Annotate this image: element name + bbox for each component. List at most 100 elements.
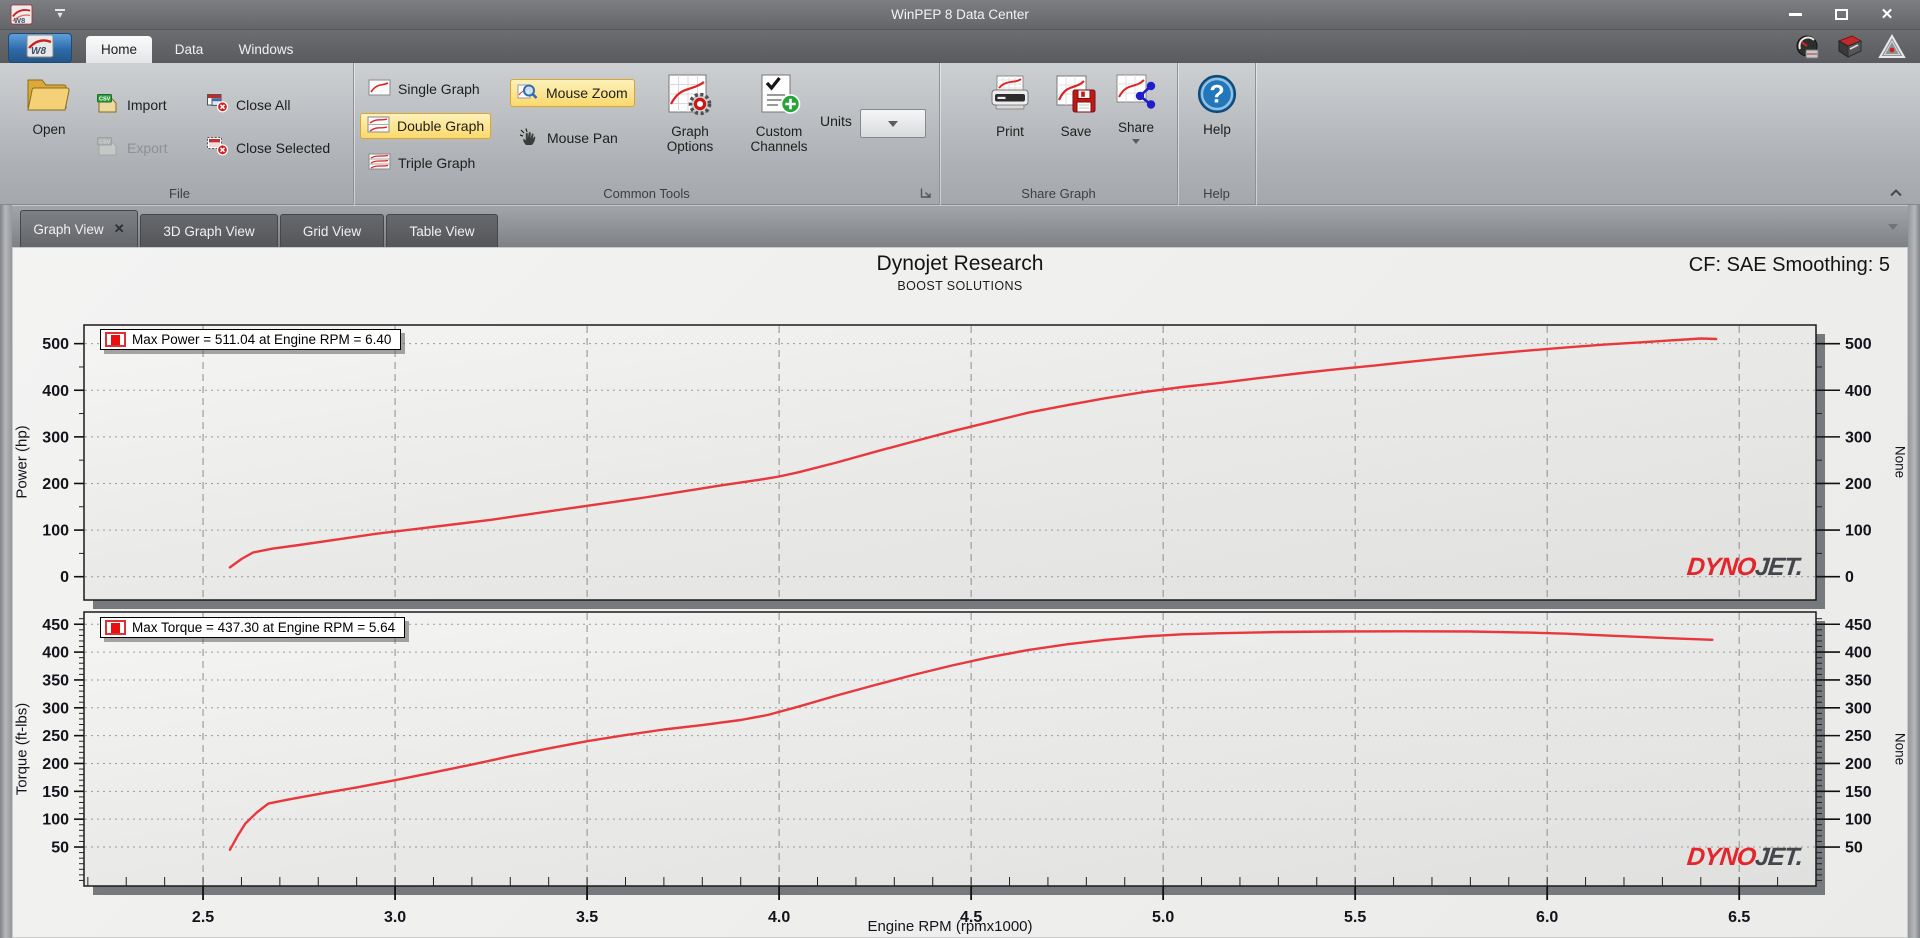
import-label: Import — [127, 96, 167, 113]
mouse-zoom-icon — [517, 82, 539, 104]
close-tab-icon[interactable]: ✕ — [114, 221, 125, 237]
y-tick-label: 150 — [42, 784, 69, 801]
power-chart-plot[interactable]: 0 0 100 100 200 200 300 300 400 400 500 500 — [0, 315, 1920, 615]
y-tick-label-right: 0 — [1845, 569, 1854, 586]
chart-subtitle: BOOST SOLUTIONS — [897, 279, 1023, 293]
warning-triangle-icon[interactable] — [1878, 33, 1906, 61]
grid-view-tab-label: Grid View — [302, 223, 362, 239]
tab-3d-graph-view[interactable]: 3D Graph View — [140, 214, 278, 247]
y-tick-label: 0 — [60, 569, 69, 586]
ribbon-group-file: Open CSV Import CSV Export Close All Clo… — [6, 63, 354, 205]
3d-graph-view-tab-label: 3D Graph View — [163, 223, 255, 239]
torque-chart-plot[interactable]: 50 50 100 100 150 150 200 200 250 250 300 300 350 350… — [0, 605, 1920, 938]
collapse-ribbon-button[interactable] — [1888, 186, 1904, 198]
ribbon-tab-data[interactable]: Data — [160, 36, 218, 63]
help-button[interactable]: ? Help — [1190, 71, 1244, 139]
y-tick-label-right: 350 — [1845, 672, 1872, 689]
common-tools-group-label: Common Tools — [603, 186, 690, 201]
torque-legend: Max Torque = 437.30 at Engine RPM = 5.64 — [100, 617, 406, 638]
export-button[interactable]: CSV Export — [90, 134, 173, 161]
svg-text:?: ? — [1209, 81, 1224, 109]
y-tick-label-right: 400 — [1845, 383, 1872, 400]
minimize-icon — [1788, 13, 1802, 16]
share-icon — [1115, 73, 1157, 116]
help-label: Help — [1203, 122, 1231, 138]
open-button[interactable]: Open — [16, 71, 82, 139]
print-button[interactable]: Print — [980, 71, 1040, 141]
units-dropdown[interactable] — [860, 109, 926, 138]
y-tick-label: 200 — [42, 476, 69, 493]
y-tick-label-right: 200 — [1845, 476, 1872, 493]
power-right-axis-title: None — [1892, 445, 1908, 479]
dyno-gauge-icon[interactable] — [1794, 33, 1822, 61]
dynojet-logo: DYNOJET. — [1685, 843, 1804, 871]
tab-grid-view[interactable]: Grid View — [280, 214, 384, 247]
torque-series-swatch-icon — [105, 620, 126, 635]
window-title: WinPEP 8 Data Center — [891, 7, 1029, 22]
tab-table-view[interactable]: Table View — [386, 214, 498, 247]
print-label: Print — [996, 124, 1024, 140]
double-graph-label: Double Graph — [397, 118, 485, 134]
share-button[interactable]: Share — [1108, 71, 1164, 146]
winpep-logo-icon: W8 — [23, 34, 57, 63]
graph-options-label: Graph Options — [666, 124, 714, 155]
y-tick-label-right: 200 — [1845, 756, 1872, 773]
custom-channels-button[interactable]: Custom Channels — [740, 71, 818, 156]
y-tick-label: 200 — [42, 756, 69, 773]
y-tick-label-right: 50 — [1845, 840, 1863, 857]
print-icon — [988, 73, 1032, 120]
application-menu-button[interactable]: W8 — [8, 33, 72, 63]
tab-overflow-dropdown-icon[interactable] — [1888, 224, 1898, 230]
y-tick-label: 50 — [51, 840, 69, 857]
share-graph-group-label: Share Graph — [1021, 186, 1096, 201]
close-button[interactable]: ✕ — [1872, 5, 1902, 24]
ribbon-tab-home[interactable]: Home — [86, 36, 152, 63]
y-tick-label: 400 — [42, 645, 69, 662]
mouse-zoom-button[interactable]: Mouse Zoom — [510, 79, 635, 107]
ribbon-tab-windows[interactable]: Windows — [226, 36, 306, 63]
power-series-swatch-icon — [105, 332, 126, 347]
triple-graph-icon — [368, 153, 391, 173]
ribbon: Open CSV Import CSV Export Close All Clo… — [0, 63, 1920, 205]
minimize-button[interactable] — [1780, 5, 1810, 24]
winpep-window: W8 ▾ WinPEP 8 Data Center ✕ W8 Home Data… — [0, 0, 1920, 938]
maximize-button[interactable] — [1826, 5, 1856, 24]
titlebar: W8 ▾ WinPEP 8 Data Center ✕ — [0, 0, 1920, 30]
ribbon-group-common-tools: Single Graph Double Graph Triple Graph M… — [354, 63, 940, 205]
mouse-pan-button[interactable]: Mouse Pan — [512, 125, 624, 151]
export-label: Export — [127, 139, 168, 156]
single-graph-button[interactable]: Single Graph — [362, 77, 486, 101]
close-all-icon — [206, 93, 229, 116]
ribbon-group-share-graph: Print Save Share Share Graph — [940, 63, 1178, 205]
import-button[interactable]: CSV Import — [90, 91, 173, 118]
mouse-pan-icon — [518, 127, 540, 149]
save-label: Save — [1060, 124, 1092, 140]
save-button[interactable]: Save — [1046, 71, 1106, 141]
close-selected-icon — [206, 136, 229, 159]
graph-options-button[interactable]: Graph Options — [654, 71, 726, 156]
y-tick-label: 500 — [42, 336, 69, 353]
power-chart: 0 0 100 100 200 200 300 300 400 400 500 500 Max Pow… — [0, 315, 1920, 615]
single-graph-label: Single Graph — [398, 81, 480, 97]
close-all-button[interactable]: Close All — [200, 91, 296, 118]
double-graph-button[interactable]: Double Graph — [360, 113, 492, 139]
mouse-zoom-label: Mouse Zoom — [546, 85, 628, 101]
maximize-icon — [1834, 9, 1848, 20]
custom-channels-label: Custom Channels — [750, 124, 808, 155]
share-label: Share — [1117, 120, 1155, 136]
double-graph-icon — [367, 116, 390, 136]
tab-graph-view[interactable]: Graph View ✕ — [20, 210, 138, 247]
import-csv-icon: CSV — [96, 93, 120, 116]
file-group-label: File — [169, 186, 190, 201]
help-group-label: Help — [1203, 186, 1230, 201]
triple-graph-button[interactable]: Triple Graph — [362, 151, 481, 175]
graph-options-icon — [667, 73, 713, 120]
y-tick-label-right: 500 — [1845, 336, 1872, 353]
units-label: Units — [820, 113, 852, 129]
device-icon[interactable] — [1836, 33, 1864, 61]
table-view-tab-label: Table View — [409, 223, 475, 239]
graph-view-tab-label: Graph View — [33, 221, 104, 237]
correction-factor-label: CF: SAE Smoothing: 5 — [1688, 254, 1890, 276]
y-tick-label-right: 300 — [1845, 700, 1872, 717]
close-selected-button[interactable]: Close Selected — [200, 134, 336, 161]
